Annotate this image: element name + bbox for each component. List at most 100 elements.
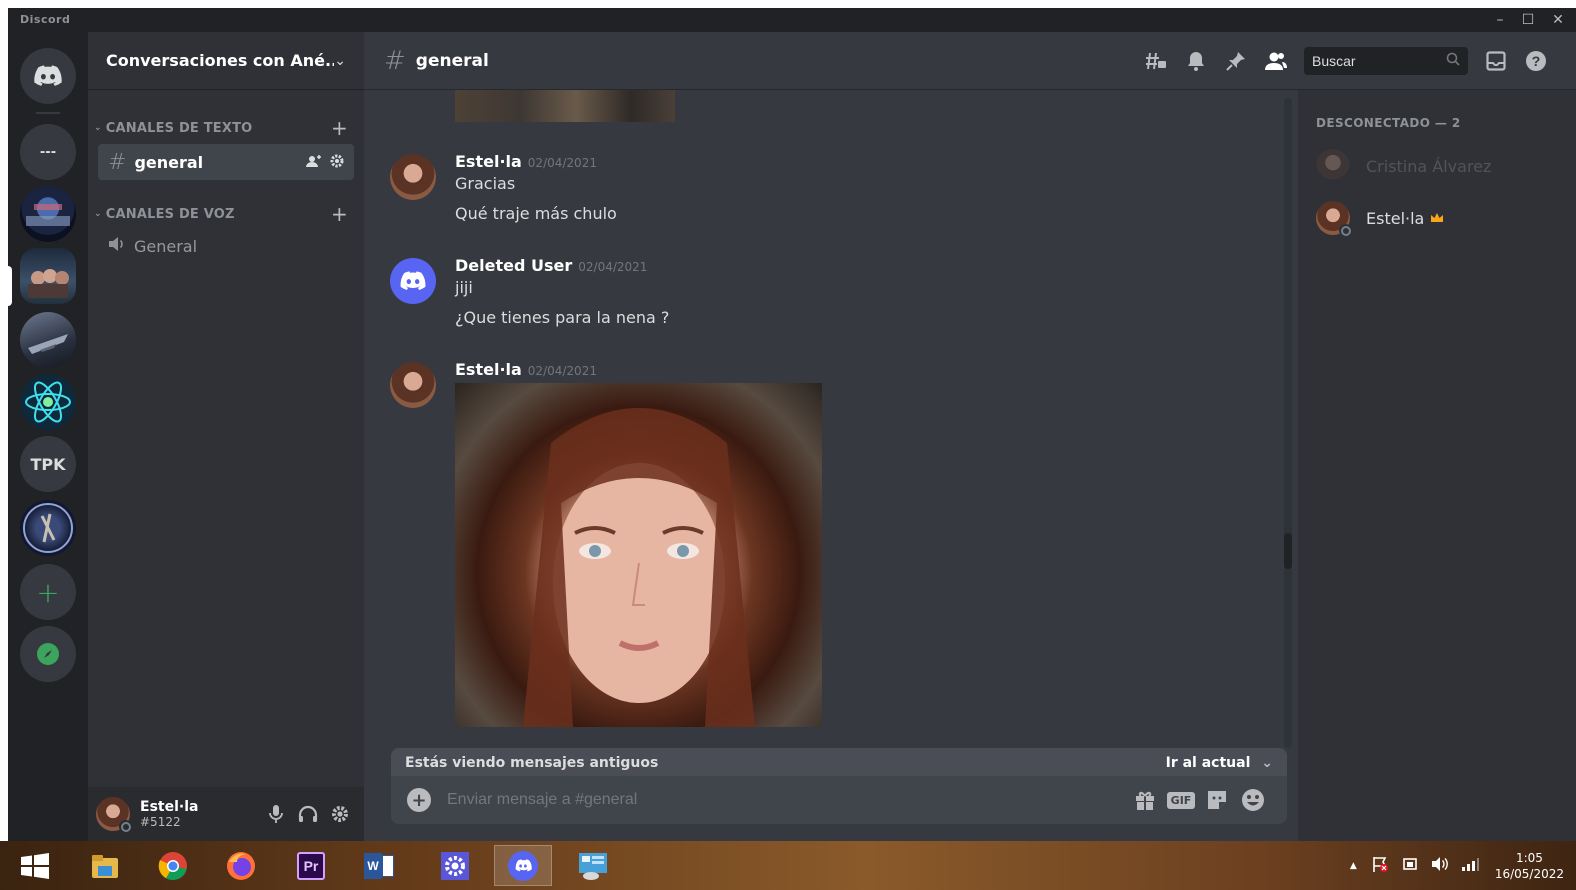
volume-icon[interactable] (1431, 856, 1449, 875)
author-avatar[interactable] (390, 258, 436, 304)
bell-icon (1188, 51, 1204, 71)
author-name[interactable]: Estel·la (455, 152, 522, 171)
explore-servers-button[interactable] (20, 626, 76, 682)
home-button[interactable] (20, 48, 76, 104)
server-icon-1[interactable] (20, 186, 76, 242)
member-item[interactable]: Estel·la (1308, 196, 1564, 240)
jump-to-present-button[interactable]: Ir al actual ⌄ (1166, 755, 1273, 771)
settings-app-button[interactable] (426, 845, 484, 886)
file-explorer-button[interactable] (76, 845, 134, 886)
voice-channel-general[interactable]: General (98, 228, 354, 264)
discord-window: Discord – ☐ ✕ --- TPK + Conversaciones c… (8, 8, 1576, 841)
crown-icon (1430, 209, 1444, 228)
category-label: CANALES DE TEXTO (105, 120, 253, 136)
channel-name: general (134, 152, 204, 172)
gift-button[interactable] (1127, 782, 1163, 818)
server-list: --- TPK + (8, 32, 88, 841)
search-box[interactable] (1304, 46, 1468, 75)
chat-header: # general ? (364, 32, 1576, 90)
clock-date: 16/05/2022 (1494, 866, 1564, 881)
notifications-button[interactable] (1176, 41, 1216, 81)
sticker-button[interactable] (1199, 782, 1235, 818)
channel-title: general (415, 50, 489, 71)
scrollbar-thumb[interactable] (1284, 533, 1292, 569)
create-text-channel-button[interactable]: + (331, 116, 348, 140)
chrome-icon (158, 851, 187, 880)
server-tpk[interactable]: TPK (20, 436, 76, 492)
gif-button[interactable]: GIF (1163, 782, 1199, 818)
server-icon-2[interactable] (20, 248, 76, 304)
category-voice-channels[interactable]: ⌄ CANALES DE VOZ + (94, 202, 354, 226)
chat-area: # general ? (364, 32, 1576, 841)
firefox-button[interactable] (212, 845, 270, 886)
user-info[interactable]: Estel·la #5122 (140, 799, 260, 829)
user-tag: #5122 (140, 815, 181, 829)
invite-people-icon[interactable] (306, 154, 322, 171)
message-text: jiji (455, 278, 473, 297)
threads-button[interactable] (1136, 41, 1176, 81)
windows-taskbar: Pr W ▲ 1:05 16/05/2022 (0, 841, 1576, 890)
mute-microphone-button[interactable] (260, 798, 292, 830)
server-icon-atom[interactable] (20, 374, 76, 430)
control-panel-button[interactable] (564, 845, 622, 886)
minimize-button[interactable]: – (1488, 10, 1512, 30)
member-item[interactable]: Cristina Álvarez (1308, 144, 1564, 188)
signal-strength-icon[interactable] (1461, 857, 1479, 874)
inbox-button[interactable] (1476, 41, 1516, 81)
close-window-button[interactable]: ✕ (1546, 10, 1570, 30)
channel-hash-icon: # (384, 45, 406, 76)
guild-header[interactable]: Conversaciones con Ané... ⌄ (88, 32, 364, 90)
add-server-button[interactable]: + (20, 564, 76, 620)
create-voice-channel-button[interactable]: + (331, 202, 348, 226)
message-scrollbar[interactable] (1284, 98, 1292, 748)
action-center-flag-icon[interactable] (1371, 855, 1389, 876)
user-avatar[interactable] (96, 797, 132, 833)
microphone-icon (269, 805, 283, 823)
channel-settings-gear-icon[interactable] (330, 154, 344, 171)
author-avatar[interactable] (390, 154, 436, 200)
message-input[interactable] (447, 791, 1127, 809)
author-name[interactable]: Estel·la (455, 360, 522, 379)
text-channel-icon: # (108, 149, 127, 175)
server-icon-7[interactable] (20, 500, 76, 556)
spaceship-icon (28, 334, 68, 354)
clock[interactable]: 1:05 16/05/2022 (1495, 850, 1564, 882)
deafen-button[interactable] (292, 798, 324, 830)
channel-name: General (134, 236, 198, 256)
server-icon-3[interactable] (20, 312, 76, 368)
help-button[interactable]: ? (1516, 41, 1556, 81)
image-attachment[interactable] (455, 383, 822, 727)
search-input[interactable] (1312, 52, 1446, 69)
user-settings-button[interactable] (324, 798, 356, 830)
offline-status-icon (119, 820, 132, 833)
channel-general[interactable]: # general (98, 144, 354, 180)
server-more[interactable]: --- (20, 124, 76, 180)
upload-plus-button[interactable]: + (407, 788, 431, 812)
chrome-button[interactable] (144, 845, 202, 886)
pinned-messages-button[interactable] (1216, 41, 1256, 81)
word-button[interactable]: W (350, 845, 408, 886)
member-list: DESCONECTADO — 2 Cristina Álvarez Estel·… (1298, 90, 1576, 841)
member-avatar (1316, 149, 1350, 183)
message-text: Gracias (455, 174, 516, 193)
member-list-button[interactable] (1256, 41, 1296, 81)
rail-divider (36, 112, 60, 114)
member-name: Estel·la (1366, 208, 1425, 228)
search-icon (1446, 51, 1460, 70)
message-composer: + GIF (391, 776, 1287, 824)
username: Estel·la (140, 799, 199, 815)
settings-gear-icon (441, 851, 469, 880)
user-panel: Estel·la #5122 (88, 787, 364, 841)
show-hidden-icons-button[interactable]: ▲ (1350, 861, 1357, 871)
title-bar: Discord – ☐ ✕ (8, 8, 1576, 32)
author-name[interactable]: Deleted User (455, 256, 572, 275)
emoji-button[interactable] (1235, 782, 1271, 818)
network-icon[interactable] (1401, 855, 1419, 876)
cropped-attachment-image[interactable] (455, 90, 675, 122)
start-button[interactable] (6, 845, 64, 886)
author-avatar[interactable] (390, 362, 436, 408)
maximize-button[interactable]: ☐ (1516, 10, 1540, 30)
category-text-channels[interactable]: ⌄ CANALES DE TEXTO + (94, 116, 354, 140)
discord-taskbar-button[interactable] (494, 845, 552, 886)
premiere-pro-button[interactable]: Pr (282, 845, 340, 886)
